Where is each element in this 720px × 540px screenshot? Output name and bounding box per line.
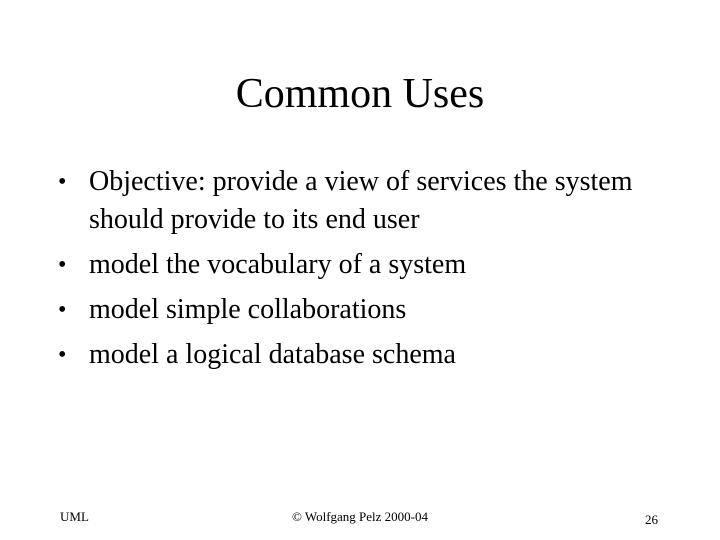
- page-number: 26: [645, 512, 658, 527]
- bullet-text: model a logical database schema: [89, 339, 456, 370]
- bullet-item: • Objective: provide a view of services …: [58, 163, 698, 239]
- bullet-item: • model a logical database schema: [58, 336, 698, 374]
- bullet-text: model the vocabulary of a system: [89, 249, 467, 280]
- bullet-text: Objective: provide a view of services th…: [89, 166, 633, 235]
- bullet-text: model simple collaborations: [89, 294, 407, 325]
- slide-title: Common Uses: [235, 71, 485, 117]
- footer-copyright: © Wolfgang Pelz 2000-04: [291, 509, 429, 524]
- bullet-icon: •: [58, 342, 67, 368]
- bullet-icon: •: [58, 297, 67, 323]
- bullet-item: • model the vocabulary of a system: [58, 246, 698, 284]
- bullet-item: • model simple collaborations: [58, 291, 698, 329]
- bullet-icon: •: [58, 169, 67, 195]
- bullet-list: • Objective: provide a view of services …: [58, 163, 698, 381]
- bullet-icon: •: [58, 252, 67, 278]
